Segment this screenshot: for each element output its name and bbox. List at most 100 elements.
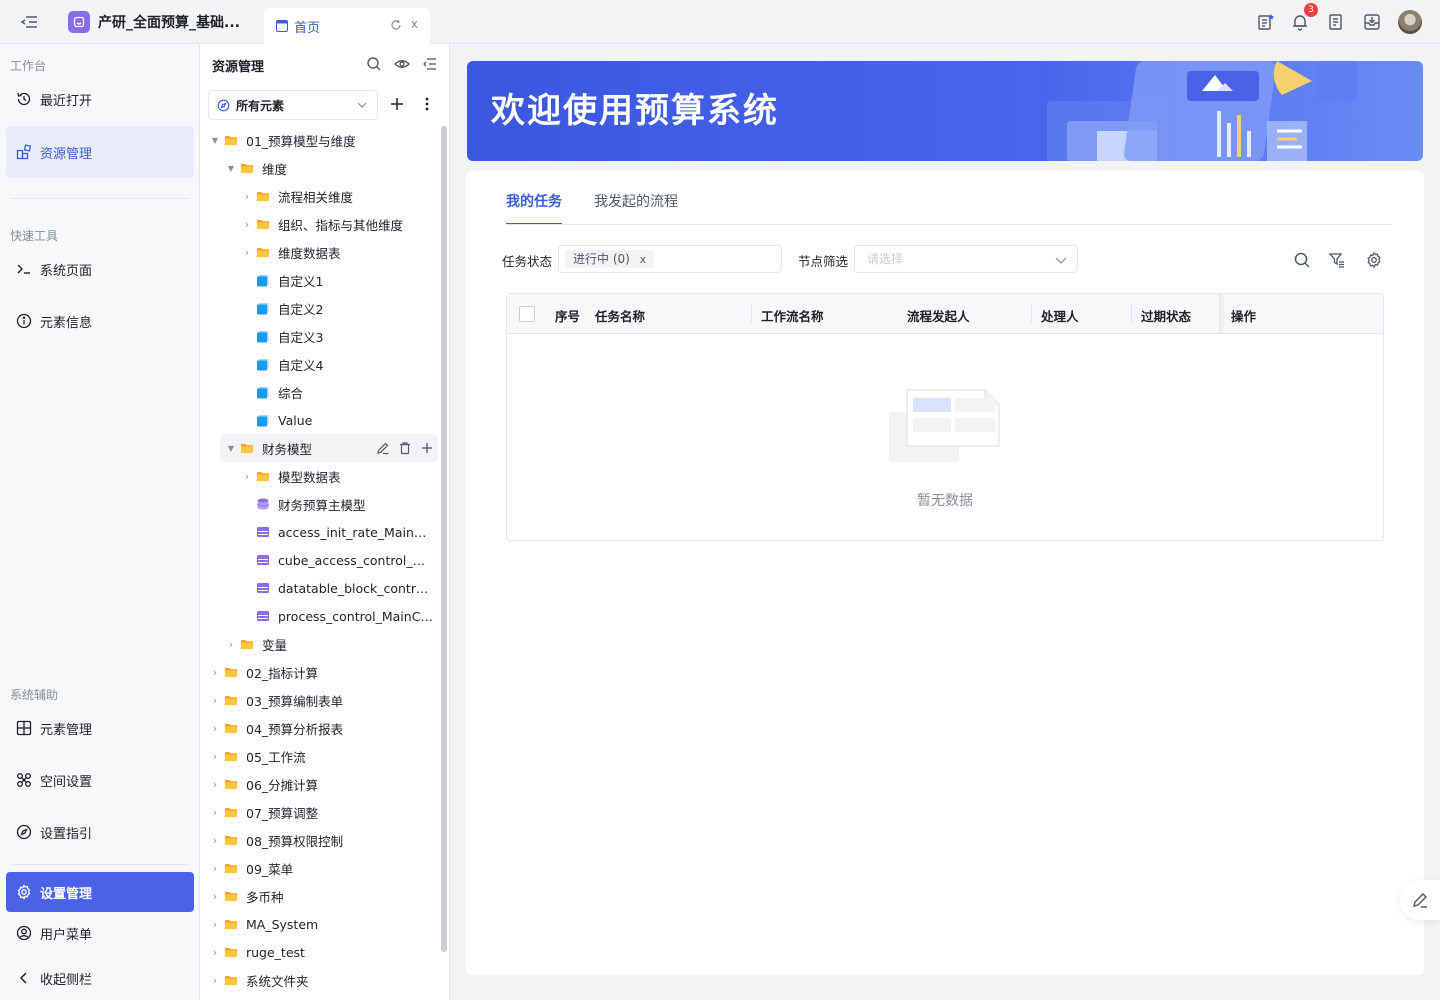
tree-item-folder[interactable]: › 09_菜单 bbox=[210, 855, 293, 881]
caret-right-icon[interactable]: › bbox=[210, 778, 220, 791]
nav-item-user-menu[interactable]: 用户菜单 bbox=[6, 913, 194, 953]
tree-item-dimension[interactable]: 综合 bbox=[242, 379, 303, 405]
app-tab[interactable]: 产研_全面预算_基础... bbox=[60, 0, 260, 44]
select-all-checkbox[interactable] bbox=[519, 306, 535, 322]
col-expiry-status[interactable]: 过期状态 bbox=[1141, 306, 1191, 325]
tree-item-folder[interactable]: › 维度数据表 bbox=[242, 239, 341, 265]
caret-right-icon[interactable]: › bbox=[242, 470, 252, 483]
nav-item-element-info[interactable]: 元素信息 bbox=[6, 301, 194, 341]
tab-close-icon[interactable]: x bbox=[411, 17, 418, 31]
floating-edit-button[interactable] bbox=[1400, 880, 1440, 920]
col-flow-initiator[interactable]: 流程发起人 bbox=[907, 306, 970, 325]
more-vertical-icon[interactable] bbox=[418, 95, 436, 113]
nav-item-setup-guide[interactable]: 设置指引 bbox=[6, 812, 194, 852]
col-task-name[interactable]: 任务名称 bbox=[595, 306, 645, 325]
task-list-icon[interactable] bbox=[1256, 12, 1276, 32]
tree-item-folder[interactable]: › 05_工作流 bbox=[210, 743, 306, 769]
caret-right-icon[interactable]: › bbox=[210, 750, 220, 763]
tree-item-dimension[interactable]: 自定义1 bbox=[242, 267, 323, 293]
caret-right-icon[interactable]: › bbox=[210, 666, 220, 679]
tree-item-folder[interactable]: › 03_预算编制表单 bbox=[210, 687, 343, 713]
document-icon[interactable] bbox=[1326, 12, 1346, 32]
filter-icon[interactable] bbox=[1328, 251, 1346, 269]
task-status-select[interactable]: 进行中 (0) x bbox=[558, 245, 782, 273]
tree-item-dimension[interactable]: Value bbox=[242, 407, 312, 433]
add-child-icon[interactable] bbox=[420, 441, 434, 455]
caret-down-icon[interactable]: ▼ bbox=[210, 136, 220, 145]
tree-item-cube-table[interactable]: datatable_block_control_... bbox=[242, 575, 434, 601]
caret-right-icon[interactable]: › bbox=[226, 638, 236, 651]
tree-item-folder[interactable]: › 04_预算分析报表 bbox=[210, 715, 343, 741]
caret-right-icon[interactable]: › bbox=[210, 974, 220, 987]
welcome-banner: 欢迎使用预算系统 bbox=[467, 61, 1423, 161]
tree-item-cube-table[interactable]: access_init_rate_MainCu... bbox=[242, 519, 434, 545]
caret-right-icon[interactable]: › bbox=[210, 890, 220, 903]
settings-gear-icon[interactable] bbox=[1365, 251, 1383, 269]
caret-right-icon[interactable]: › bbox=[210, 862, 220, 875]
tree-item-dimension[interactable]: 自定义4 bbox=[242, 351, 323, 377]
delete-icon[interactable] bbox=[398, 441, 412, 455]
caret-right-icon[interactable]: › bbox=[242, 218, 252, 231]
tree-item-folder[interactable]: › ruge_test bbox=[210, 939, 305, 965]
menu-fold-icon[interactable] bbox=[20, 13, 40, 31]
inbox-download-icon[interactable] bbox=[1362, 12, 1382, 32]
user-avatar[interactable] bbox=[1398, 10, 1422, 34]
tree-item-folder[interactable]: › 06_分摊计算 bbox=[210, 771, 318, 797]
tab-my-started-flows[interactable]: 我发起的流程 bbox=[594, 191, 678, 225]
tree-item-folder[interactable]: › 流程相关维度 bbox=[242, 183, 353, 209]
tree-item-folder[interactable]: › 08_预算权限控制 bbox=[210, 827, 343, 853]
col-index[interactable]: 序号 bbox=[555, 306, 580, 325]
tree-item-folder[interactable]: › 系统文件夹 bbox=[210, 967, 309, 993]
status-tag-close-icon[interactable]: x bbox=[640, 253, 647, 266]
nav-item-system-page[interactable]: 系统页面 bbox=[6, 249, 194, 289]
edit-icon[interactable] bbox=[376, 441, 390, 455]
caret-right-icon[interactable]: › bbox=[210, 834, 220, 847]
tree-item-folder[interactable]: › 变量 bbox=[226, 631, 287, 657]
tree-item-dimension[interactable]: 自定义2 bbox=[242, 295, 323, 321]
nav-item-collapse-sidebar[interactable]: 收起侧栏 bbox=[6, 958, 194, 998]
tree-item-folder[interactable]: › 模型数据表 bbox=[242, 463, 341, 489]
caret-right-icon[interactable]: › bbox=[210, 806, 220, 819]
tree-item-folder[interactable]: ▼ 01_预算模型与维度 bbox=[210, 127, 356, 153]
tree-item-folder[interactable]: › 02_指标计算 bbox=[210, 659, 318, 685]
add-icon[interactable] bbox=[388, 95, 406, 113]
nav-item-recent[interactable]: 最近打开 bbox=[6, 79, 194, 119]
nav-item-resource[interactable]: 资源管理 bbox=[6, 126, 194, 178]
node-filter-select[interactable]: 请选择 bbox=[854, 245, 1078, 273]
nav-item-space-settings[interactable]: 空间设置 bbox=[6, 760, 194, 800]
refresh-icon[interactable] bbox=[390, 19, 402, 31]
nav-item-settings-mgmt[interactable]: 设置管理 bbox=[6, 872, 194, 912]
caret-right-icon[interactable]: › bbox=[210, 946, 220, 959]
tab-my-tasks[interactable]: 我的任务 bbox=[506, 191, 562, 225]
caret-right-icon[interactable]: › bbox=[210, 918, 220, 931]
eye-icon[interactable] bbox=[394, 56, 410, 72]
search-icon[interactable] bbox=[366, 56, 382, 72]
tree-item-model[interactable]: 财务预算主模型 bbox=[242, 491, 366, 517]
tab-home[interactable]: 首页 x bbox=[264, 8, 430, 44]
tree-item-folder[interactable]: › MA_System bbox=[210, 911, 318, 937]
tree-item-folder[interactable]: ▼ 财务模型 bbox=[226, 435, 312, 461]
dimension-icon bbox=[256, 273, 278, 287]
tree-item-folder[interactable]: › 组织、指标与其他维度 bbox=[242, 211, 403, 237]
info-icon bbox=[16, 313, 32, 329]
tree-item-folder[interactable]: › 多币种 bbox=[210, 883, 284, 909]
caret-down-icon[interactable]: ▼ bbox=[226, 164, 236, 173]
tree-item-cube-table[interactable]: process_control_MainCube bbox=[242, 603, 434, 629]
tree-item-label: 04_预算分析报表 bbox=[246, 721, 344, 737]
tree-item-cube-table[interactable]: cube_access_control_Ma... bbox=[242, 547, 434, 573]
tree-item-dimension[interactable]: 自定义3 bbox=[242, 323, 323, 349]
caret-right-icon[interactable]: › bbox=[210, 694, 220, 707]
col-handler[interactable]: 处理人 bbox=[1041, 306, 1079, 325]
search-icon[interactable] bbox=[1293, 251, 1311, 269]
caret-right-icon[interactable]: › bbox=[242, 246, 252, 259]
caret-right-icon[interactable]: › bbox=[242, 190, 252, 203]
collapse-panel-icon[interactable] bbox=[422, 56, 438, 72]
tree-item-folder[interactable]: › 07_预算调整 bbox=[210, 799, 318, 825]
caret-down-icon[interactable]: ▼ bbox=[226, 444, 236, 453]
element-type-select[interactable]: 所有元素 bbox=[208, 90, 378, 120]
caret-right-icon[interactable]: › bbox=[210, 722, 220, 735]
col-workflow-name[interactable]: 工作流名称 bbox=[761, 306, 824, 325]
tree-item-folder[interactable]: ▼ 维度 bbox=[226, 155, 287, 181]
tree-scrollbar[interactable] bbox=[441, 126, 447, 952]
nav-item-element-mgmt[interactable]: 元素管理 bbox=[6, 708, 194, 748]
